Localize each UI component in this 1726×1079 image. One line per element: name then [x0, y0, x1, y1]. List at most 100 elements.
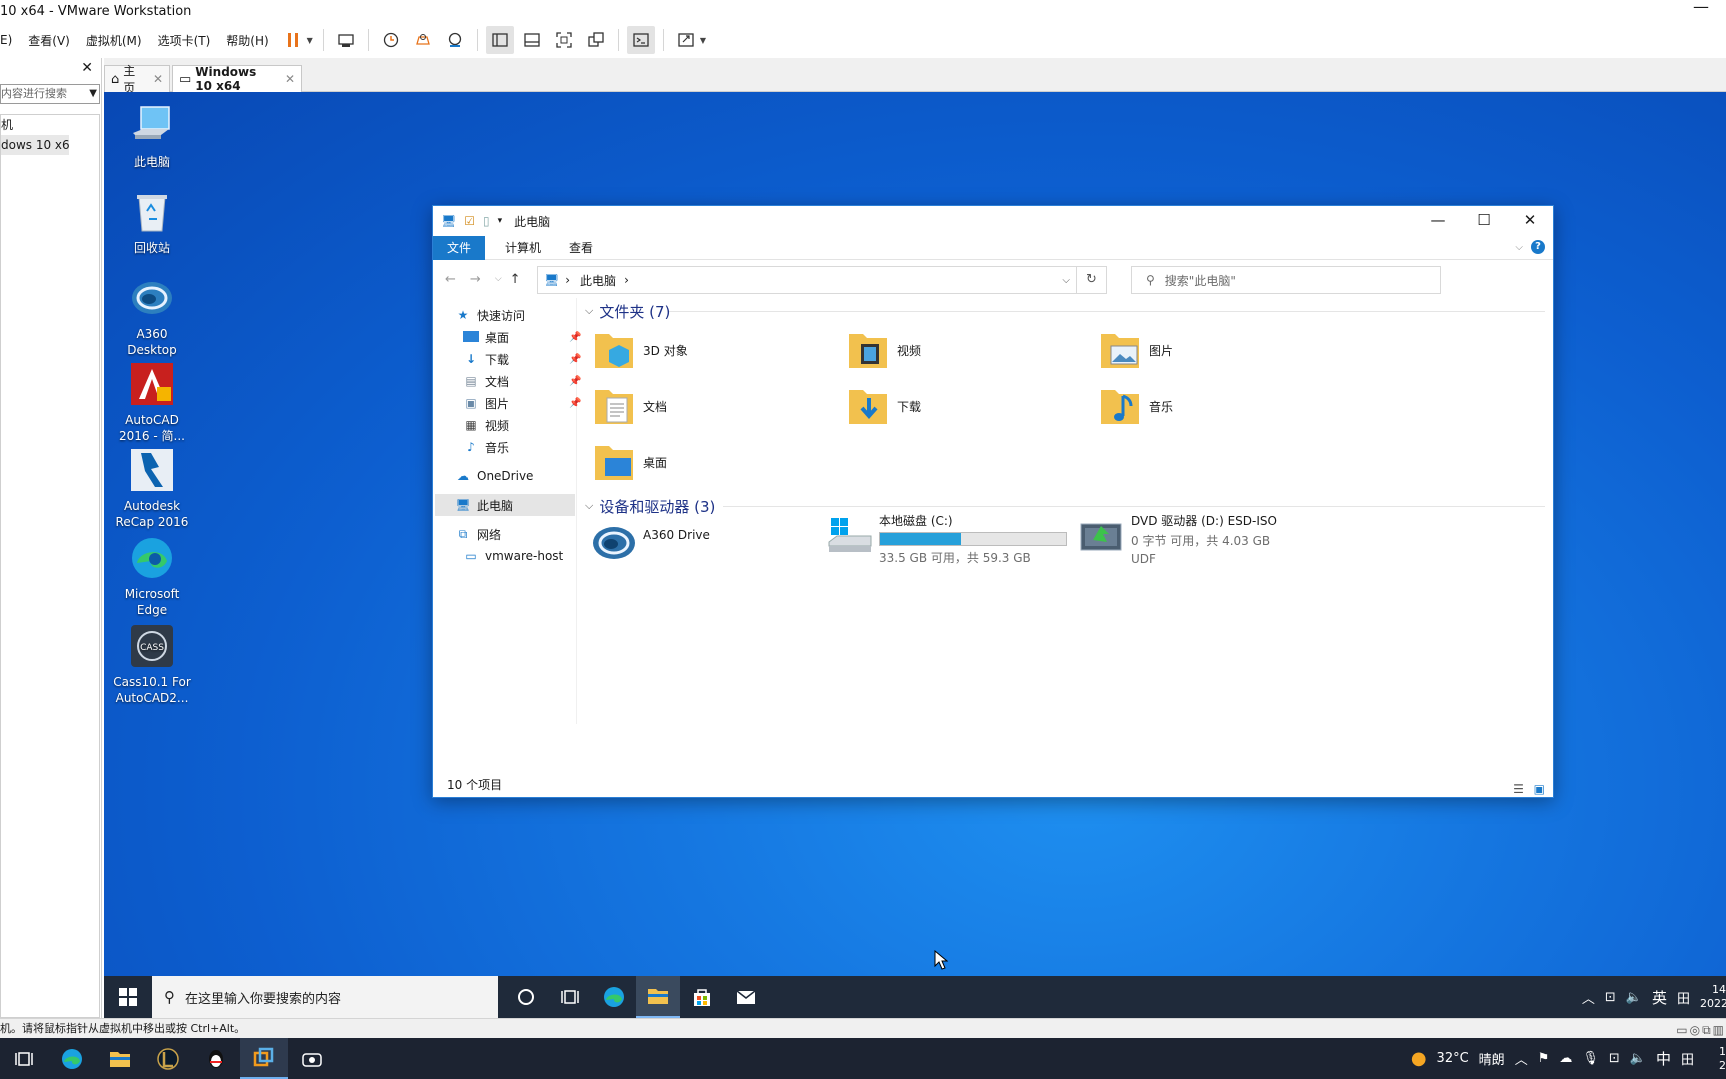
explorer-search-input[interactable]: ⚲ 搜索"此电脑"	[1131, 266, 1441, 294]
nav-onedrive[interactable]: ☁ OneDrive	[455, 465, 533, 487]
nav-network[interactable]: ⧉ 网络	[455, 523, 501, 545]
menu-edit[interactable]: E)	[0, 33, 20, 47]
nav-quick-access[interactable]: ★ 快速访问	[455, 304, 525, 326]
show-library-button[interactable]	[485, 26, 514, 54]
revert-snapshot-button[interactable]	[409, 26, 437, 54]
desktop-icon-a360[interactable]: A360 Desktop	[110, 274, 194, 358]
desktop-icon-recap[interactable]: Autodesk ReCap 2016	[110, 446, 194, 530]
tab-home-close-button[interactable]: ✕	[153, 72, 163, 86]
send-ctrl-alt-del-button[interactable]	[332, 26, 360, 54]
explorer-titlebar[interactable]: 🖥 ☑ ▯ ▾ 此电脑 — ☐ ✕	[433, 206, 1553, 236]
full-screen-button[interactable]	[550, 26, 578, 54]
host-task-view-button[interactable]	[0, 1038, 48, 1079]
menu-help[interactable]: 帮助(H)	[218, 32, 276, 49]
cortana-button[interactable]	[504, 976, 548, 1018]
menu-vm[interactable]: 虚拟机(M)	[78, 32, 150, 49]
weather-text[interactable]: 晴朗	[1479, 1049, 1505, 1068]
stretch-dropdown-icon[interactable]: ▼	[700, 36, 706, 45]
thumbnail-bar-button[interactable]	[518, 26, 546, 54]
forward-arrow-icon[interactable]: →	[470, 272, 481, 287]
refresh-button[interactable]: ↻	[1076, 267, 1106, 293]
hdd-status-icon[interactable]: ▭	[1676, 1023, 1689, 1037]
tree-item-my-computer[interactable]: 机	[1, 115, 99, 135]
nav-item-music[interactable]: ♪ 音乐	[463, 436, 509, 458]
unity-button[interactable]	[582, 26, 610, 54]
suspend-button[interactable]	[279, 26, 307, 54]
ime-indicator[interactable]: 中	[1656, 1048, 1671, 1069]
ime-mode-icon[interactable]: 田	[1681, 1049, 1694, 1068]
input-language-indicator[interactable]: 英	[1652, 987, 1667, 1008]
ime-mode-icon[interactable]: 田	[1677, 988, 1690, 1007]
details-view-icon[interactable]: ☰	[1513, 782, 1524, 796]
host-clock[interactable]: 1 2	[1704, 1045, 1726, 1073]
desktop-icon-cass[interactable]: CASS Cass10.1 For AutoCAD2...	[110, 622, 194, 706]
snapshot-manager-button[interactable]	[441, 26, 469, 54]
library-search-input[interactable]: 内容进行搜索 ▼	[0, 84, 100, 104]
back-arrow-icon[interactable]: ←	[445, 272, 456, 287]
ribbon-tab-view[interactable]: 查看	[555, 236, 607, 260]
large-icons-view-icon[interactable]: ▣	[1534, 782, 1545, 796]
folder-documents[interactable]: 文档	[593, 382, 823, 430]
explorer-close-button[interactable]: ✕	[1507, 206, 1553, 236]
microphone-icon[interactable]: 🎙	[1582, 1051, 1599, 1066]
folder-downloads[interactable]: 下载	[847, 382, 1077, 430]
desktop-icon-autocad[interactable]: AutoCAD 2016 - 简...	[110, 360, 194, 444]
volume-icon[interactable]: 🔈	[1626, 990, 1642, 1005]
taskbar-search-input[interactable]: ⚲ 在这里输入你要搜索的内容	[152, 976, 498, 1018]
network-tray-icon[interactable]: ⊡	[1605, 990, 1616, 1005]
drive-c[interactable]: 本地磁盘 (C:) 33.5 GB 可用，共 59.3 GB	[827, 512, 1067, 565]
menu-view[interactable]: 查看(V)	[20, 32, 78, 49]
tab-home[interactable]: ⌂ 主页 ✕	[104, 64, 170, 95]
taskbar-mail-button[interactable]	[724, 976, 768, 1018]
folder-videos[interactable]: 视频	[847, 326, 1077, 374]
minimize-button[interactable]: —	[1686, 0, 1716, 20]
explorer-minimize-button[interactable]: —	[1415, 206, 1461, 236]
drive-a360[interactable]: A360 Drive	[591, 520, 831, 572]
help-button[interactable]: ?	[1531, 240, 1545, 254]
new-folder-icon[interactable]: ▯	[483, 214, 490, 228]
expand-ribbon-icon[interactable]: ⌵	[1515, 242, 1523, 253]
host-recorder-button[interactable]	[288, 1038, 336, 1079]
tray-chevron-icon[interactable]: ︿	[1515, 1049, 1528, 1068]
weather-sun-icon[interactable]: ●	[1411, 1048, 1427, 1069]
nav-item-desktop[interactable]: 桌面 📌	[463, 326, 581, 348]
nav-item-documents[interactable]: ▤ 文档 📌	[463, 370, 581, 392]
guest-desktop[interactable]: 此电脑 回收站 A360 Desktop AutoCAD 2016 - 简...…	[104, 92, 1726, 1018]
folder-3d-objects[interactable]: 3D 对象	[593, 326, 823, 374]
stretch-guest-button[interactable]	[672, 26, 700, 54]
folders-group-header[interactable]: ⌵ 文件夹 (7)	[585, 300, 1545, 322]
folder-desktop[interactable]: 桌面	[593, 438, 823, 486]
cloud-icon[interactable]: ☁	[1559, 1051, 1572, 1066]
library-close-button[interactable]: ✕	[81, 60, 93, 76]
tree-item-windows10[interactable]: dows 10 x64	[1, 135, 69, 155]
collapse-chevron-icon[interactable]: ⌵	[585, 304, 593, 318]
nav-item-pictures[interactable]: ▣ 图片 📌	[463, 392, 581, 414]
usb-status-icon[interactable]: ▥	[1713, 1023, 1726, 1037]
desktop-icon-recycle-bin[interactable]: 回收站	[110, 188, 194, 256]
recent-dropdown-icon[interactable]: ⌵	[495, 274, 502, 284]
desktop-icon-edge[interactable]: Microsoft Edge	[110, 534, 194, 618]
tab-windows10[interactable]: ▭ Windows 10 x64 ✕	[172, 65, 302, 93]
task-view-button[interactable]	[548, 976, 592, 1018]
network-status-icon[interactable]: ⧉	[1702, 1023, 1713, 1037]
start-button[interactable]	[104, 976, 152, 1018]
folder-pictures[interactable]: 图片	[1099, 326, 1329, 374]
nav-item-vmware-host[interactable]: ▭ vmware-host	[463, 545, 563, 567]
host-league-button[interactable]	[144, 1038, 192, 1079]
properties-icon[interactable]: ☑	[464, 214, 475, 228]
weather-temp[interactable]: 32°C	[1437, 1051, 1469, 1066]
drive-d[interactable]: DVD 驱动器 (D:) ESD-ISO 0 字节 可用，共 4.03 GB U…	[1079, 512, 1319, 566]
tray-app-icon[interactable]: ⚑	[1538, 1051, 1550, 1066]
taskbar-edge-button[interactable]	[592, 976, 636, 1018]
host-explorer-button[interactable]	[96, 1038, 144, 1079]
nav-item-videos[interactable]: ▦ 视频	[463, 414, 509, 436]
folder-music[interactable]: 音乐	[1099, 382, 1329, 430]
address-bar[interactable]: 🖥 › 此电脑 › ⌵ ↻	[537, 266, 1107, 294]
up-arrow-icon[interactable]: ↑	[510, 272, 521, 287]
tab-windows10-close-button[interactable]: ✕	[285, 72, 295, 86]
address-dropdown-icon[interactable]: ⌵	[1062, 275, 1070, 286]
file-explorer-window[interactable]: 🖥 ☑ ▯ ▾ 此电脑 — ☐ ✕ 文件 计算机 查看 ⌵ ? ← → ⌵ ↑ …	[432, 205, 1554, 798]
ribbon-tab-file[interactable]: 文件	[433, 235, 486, 260]
taskbar-store-button[interactable]	[680, 976, 724, 1018]
collapse-chevron-icon[interactable]: ⌵	[585, 499, 593, 513]
